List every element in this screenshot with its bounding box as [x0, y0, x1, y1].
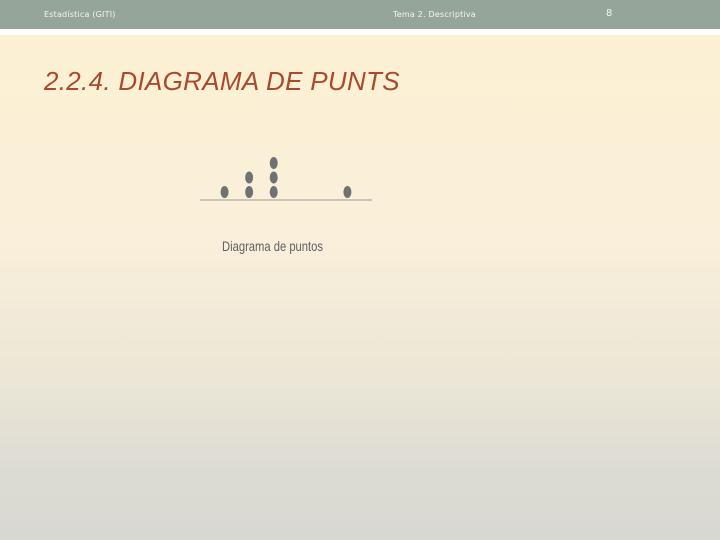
topic-name: Tema 2. Descriptiva — [393, 10, 476, 19]
data-dot — [269, 186, 278, 198]
slide-title: 2.2.4. DIAGRAMA DE PUNTS — [44, 66, 400, 96]
page-number: 8 — [606, 8, 613, 19]
data-dot — [245, 171, 254, 184]
header-divider — [0, 29, 720, 35]
header-bar: Estadística (GITI) Tema 2. Descriptiva 8 — [0, 0, 720, 29]
data-dot — [343, 186, 352, 198]
data-dot — [269, 171, 278, 184]
course-name: Estadística (GITI) — [44, 10, 116, 19]
dot-plot-chart: Diagrama de puntos — [200, 157, 372, 254]
data-dot — [269, 157, 278, 169]
data-dot — [220, 186, 229, 198]
data-dot — [245, 186, 254, 198]
chart-caption: Diagrama de puntos — [222, 238, 323, 254]
dot-group — [220, 157, 352, 198]
